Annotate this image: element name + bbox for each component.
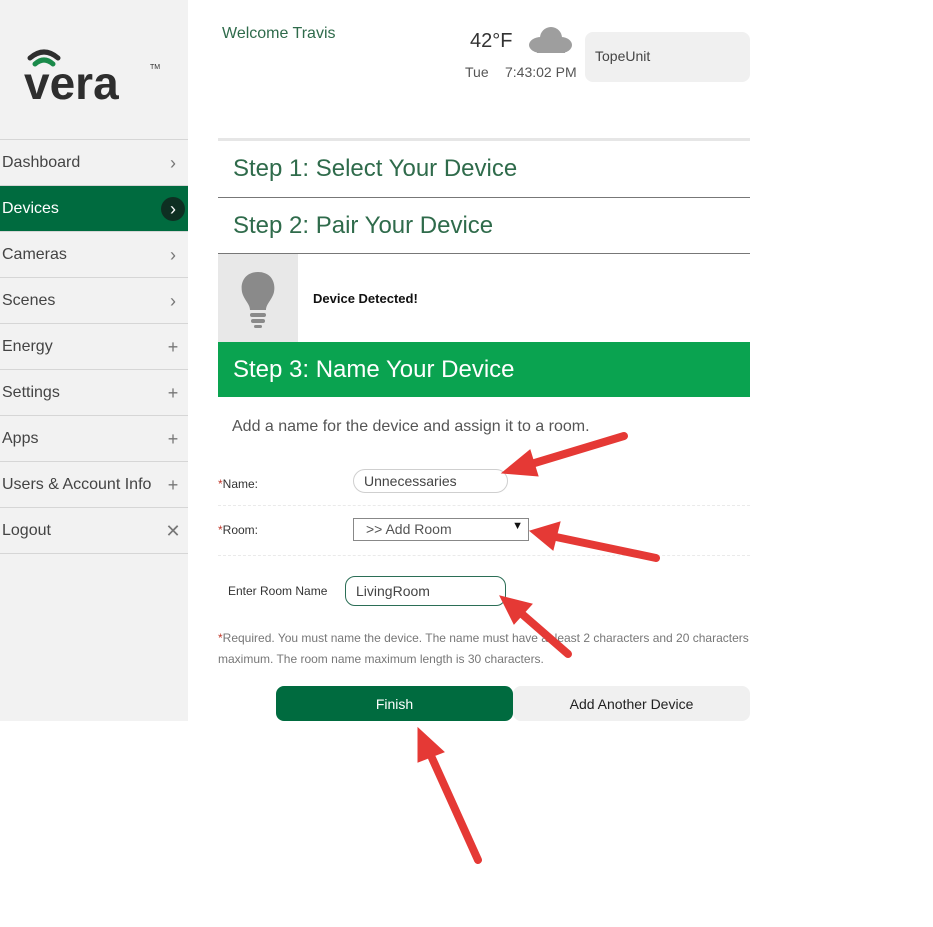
vera-logo: vera TM (24, 49, 160, 104)
sidebar-item-users-account-info[interactable]: Users & Account Info + (0, 462, 188, 508)
step-1-header[interactable]: Step 1: Select Your Device (218, 138, 750, 198)
plus-icon: + (167, 382, 179, 403)
sidebar-item-label: Cameras (2, 245, 67, 263)
room-select[interactable]: >> Add Room ▼ (353, 518, 529, 541)
cloud-icon (529, 27, 572, 53)
add-another-device-button[interactable]: Add Another Device (513, 686, 750, 721)
sidebar-item-scenes[interactable]: Scenes › (0, 278, 188, 324)
sidebar-item-dashboard[interactable]: Dashboard › (0, 140, 188, 186)
clock-time: 7:43:02 PM (505, 64, 577, 80)
divider (218, 505, 750, 506)
device-detected-label: Device Detected! (313, 290, 418, 306)
chevron-right-icon: › (170, 152, 176, 173)
room-select-value: >> Add Room (366, 521, 452, 537)
chevron-right-icon: › (161, 196, 185, 221)
arrow-to-finish-button (417, 726, 482, 864)
step-3-header: Step 3: Name Your Device (218, 342, 750, 397)
sidebar-item-label: Energy (2, 337, 53, 355)
sidebar: vera TM Dashboard › Devices › Cameras › Scenes… (0, 0, 188, 721)
arrow-to-name-input (500, 432, 628, 477)
sidebar-item-label: Apps (2, 429, 39, 447)
device-thumbnail (218, 254, 298, 342)
name-label-text: Name: (222, 477, 259, 491)
day-label: Tue (465, 64, 489, 80)
plus-icon: + (167, 336, 179, 357)
sidebar-item-label: Scenes (2, 291, 56, 309)
divider (218, 555, 750, 556)
unit-selector[interactable]: TopeUnit (585, 32, 750, 82)
close-icon: ✕ (165, 520, 181, 541)
plus-icon: + (167, 428, 179, 449)
arrow-to-room-select (528, 521, 660, 562)
plus-icon: + (167, 474, 179, 495)
room-name-input[interactable] (345, 576, 506, 606)
sidebar-item-label: Users & Account Info (2, 475, 152, 493)
room-label-text: Room: (222, 523, 259, 537)
wizard-panel: Step 1: Select Your Device Step 2: Pair … (218, 138, 750, 397)
sidebar-item-settings[interactable]: Settings + (0, 370, 188, 416)
lightbulb-icon (241, 272, 275, 328)
temperature: 42°F (470, 30, 513, 52)
sidebar-item-logout[interactable]: Logout ✕ (0, 508, 188, 554)
sidebar-item-devices[interactable]: Devices › (0, 186, 188, 232)
sidebar-item-energy[interactable]: Energy + (0, 324, 188, 370)
unit-name: TopeUnit (595, 48, 651, 64)
sidebar-item-apps[interactable]: Apps + (0, 416, 188, 462)
room-label: *Room: (218, 523, 258, 537)
sidebar-item-label: Dashboard (2, 153, 81, 171)
welcome-message: Welcome Travis (222, 25, 336, 42)
finish-button[interactable]: Finish (276, 686, 513, 721)
sidebar-item-cameras[interactable]: Cameras › (0, 232, 188, 278)
chevron-right-icon: › (170, 290, 176, 311)
form-instructions: Add a name for the device and assign it … (232, 418, 590, 435)
sidebar-item-label: Logout (2, 521, 51, 539)
device-name-input[interactable] (353, 469, 508, 493)
step-2-header[interactable]: Step 2: Pair Your Device (218, 198, 750, 254)
required-note: *Required. You must name the device. The… (218, 628, 753, 670)
name-label: *Name: (218, 477, 258, 491)
device-detected-row: Device Detected! (218, 254, 750, 342)
sidebar-item-label: Settings (2, 383, 60, 401)
chevron-right-icon: › (170, 244, 176, 265)
required-note-text: Required. You must name the device. The … (218, 631, 749, 666)
dropdown-caret-icon: ▼ (512, 520, 523, 532)
logo-text: vera (24, 57, 119, 104)
room-name-label: Enter Room Name (228, 584, 328, 598)
sidebar-nav: Dashboard › Devices › Cameras › Scenes › Energy +… (0, 139, 188, 554)
svg-text:TM: TM (150, 64, 160, 71)
